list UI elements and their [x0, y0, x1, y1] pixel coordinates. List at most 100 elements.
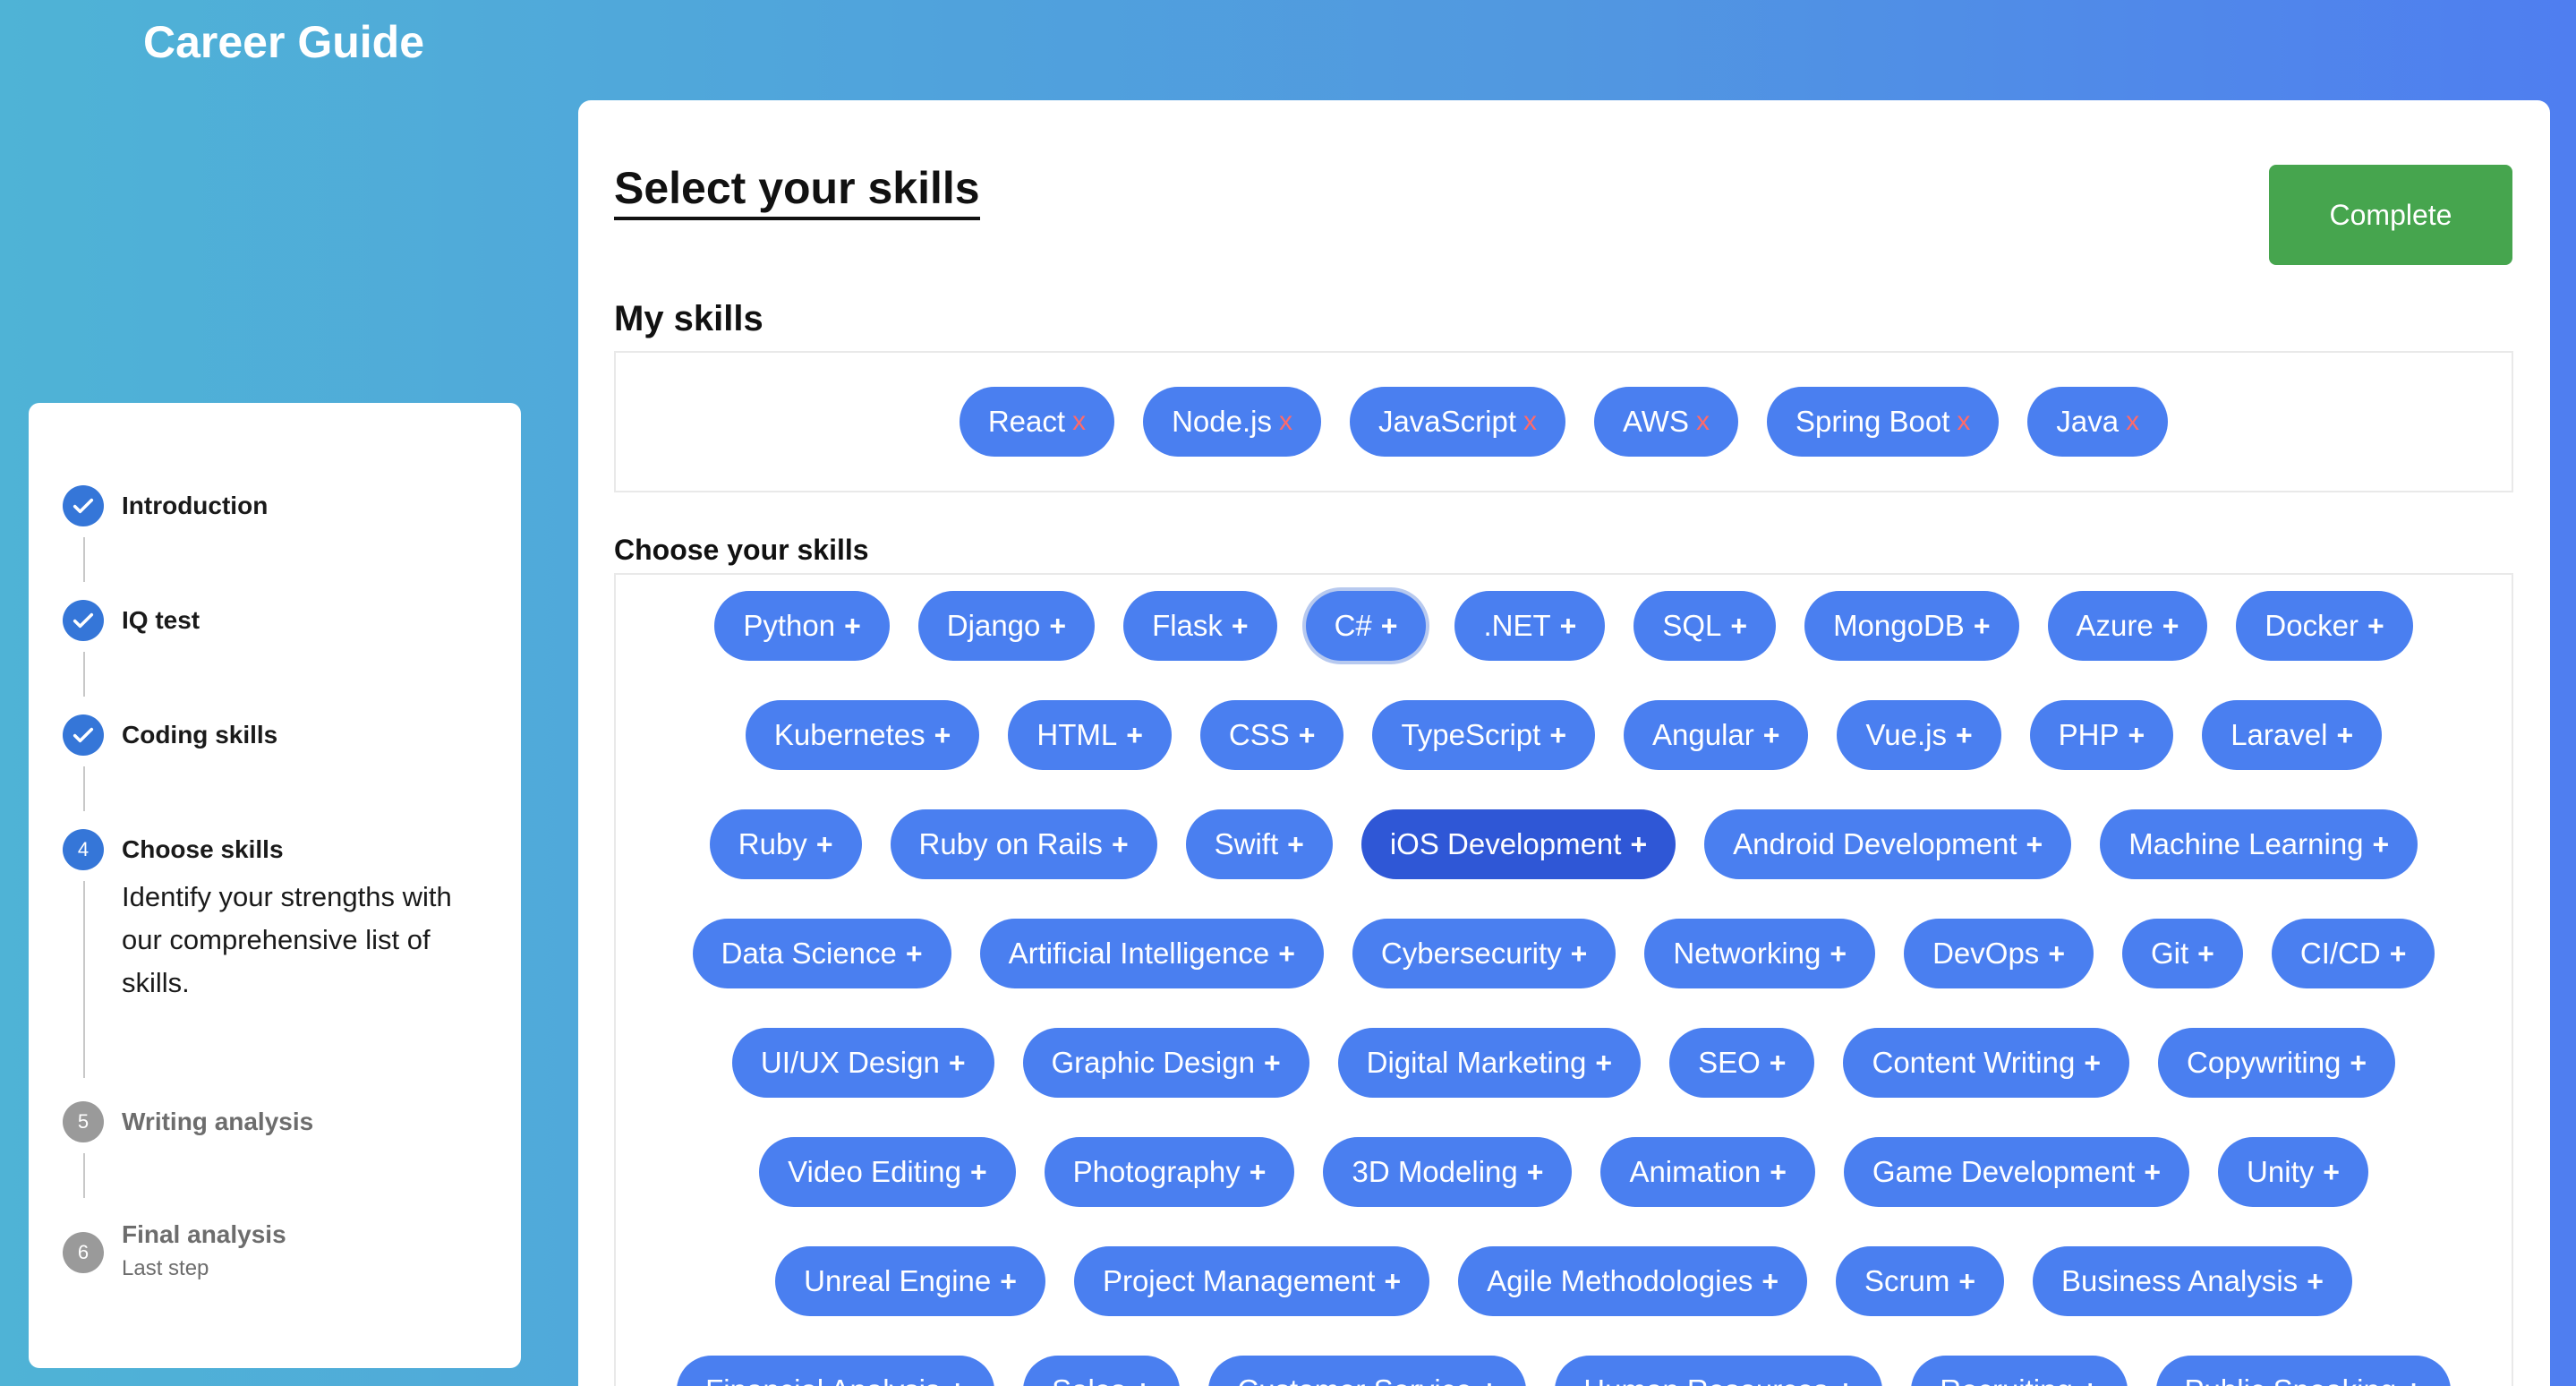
skill-chip-mongodb[interactable]: MongoDB +: [1804, 591, 2019, 661]
skill-chip-financial-analysis[interactable]: Financial Analysis +: [677, 1356, 995, 1386]
plus-icon: +: [2367, 609, 2384, 642]
step-choose-skills[interactable]: 4 Choose skills Identify your strengths …: [63, 829, 498, 1005]
skill-chip-docker[interactable]: Docker +: [2236, 591, 2413, 661]
remove-icon[interactable]: x: [1957, 406, 1970, 437]
skill-label: Python: [743, 609, 836, 642]
skill-chip-animation[interactable]: Animation +: [1600, 1137, 1815, 1207]
skill-chip-swift[interactable]: Swift +: [1185, 809, 1333, 879]
skill-chip-ruby[interactable]: Ruby +: [709, 809, 862, 879]
skill-chip-kubernetes[interactable]: Kubernetes +: [745, 700, 980, 770]
my-skill-chip-node-js[interactable]: Node.js x: [1143, 387, 1321, 457]
skill-chip-typescript[interactable]: TypeScript +: [1372, 700, 1596, 770]
plus-icon: +: [969, 1155, 987, 1188]
skill-chip-unreal-engine[interactable]: Unreal Engine +: [775, 1246, 1045, 1316]
skill-chip-azure[interactable]: Azure +: [2047, 591, 2208, 661]
step-number-badge: 5: [63, 1101, 104, 1142]
skill-chip-html[interactable]: HTML +: [1008, 700, 1172, 770]
skill-chip-photography[interactable]: Photography +: [1044, 1137, 1295, 1207]
skill-chip-ruby-on-rails[interactable]: Ruby on Rails +: [890, 809, 1157, 879]
plus-icon: +: [1231, 609, 1249, 642]
skill-chip-business-analysis[interactable]: Business Analysis +: [2033, 1246, 2352, 1316]
remove-icon[interactable]: x: [1279, 406, 1292, 437]
skill-chip-human-resources[interactable]: Human Resources +: [1555, 1356, 1883, 1386]
skill-label: Node.js: [1172, 405, 1272, 438]
my-skill-chip-aws[interactable]: AWS x: [1594, 387, 1738, 457]
skill-chip-content-writing[interactable]: Content Writing +: [1843, 1028, 2129, 1098]
skill-chip-devops[interactable]: DevOps +: [1904, 919, 2094, 988]
skill-chip-php[interactable]: PHP +: [2029, 700, 2174, 770]
skill-chip-agile-methodologies[interactable]: Agile Methodologies +: [1458, 1246, 1808, 1316]
my-skill-chip-javascript[interactable]: JavaScript x: [1349, 387, 1566, 457]
my-skill-chip-spring-boot[interactable]: Spring Boot x: [1766, 387, 2000, 457]
skill-label: Ruby: [738, 827, 807, 860]
skill-chip-net[interactable]: .NET +: [1454, 591, 1606, 661]
skill-label: Digital Marketing: [1366, 1046, 1587, 1079]
plus-icon: +: [2048, 937, 2065, 970]
skill-label: Sales: [1052, 1373, 1126, 1386]
skill-chip-customer-service[interactable]: Customer Service +: [1208, 1356, 1527, 1386]
step-writing-analysis[interactable]: 5 Writing analysis: [63, 1101, 313, 1142]
skill-chip-digital-marketing[interactable]: Digital Marketing +: [1337, 1028, 1642, 1098]
remove-icon[interactable]: x: [1072, 406, 1086, 437]
skill-chip-project-management[interactable]: Project Management +: [1073, 1246, 1430, 1316]
my-skill-chip-react[interactable]: React x: [959, 387, 1115, 457]
skill-label: Unity: [2247, 1155, 2315, 1188]
step-coding-skills[interactable]: Coding skills: [63, 714, 277, 756]
skill-chip-css[interactable]: CSS +: [1199, 700, 1344, 770]
skill-label: Flask: [1152, 609, 1223, 642]
complete-button[interactable]: Complete: [2269, 165, 2512, 265]
skill-chip-flask[interactable]: Flask +: [1123, 591, 1277, 661]
skill-chip-game-development[interactable]: Game Development +: [1843, 1137, 2190, 1207]
page-title: Select your skills: [614, 161, 980, 220]
my-skill-chip-java[interactable]: Java x: [2027, 387, 2169, 457]
skill-chip-seo[interactable]: SEO +: [1669, 1028, 1815, 1098]
skill-chip-video-editing[interactable]: Video Editing +: [759, 1137, 1016, 1207]
skill-chip-recruiting[interactable]: Recruiting +: [1911, 1356, 2128, 1386]
skill-label: Photography: [1072, 1155, 1241, 1188]
skill-chip-vue-js[interactable]: Vue.js +: [1837, 700, 2001, 770]
plus-icon: +: [905, 937, 923, 970]
skill-chip-copywriting[interactable]: Copywriting +: [2158, 1028, 2396, 1098]
skill-chip-cybersecurity[interactable]: Cybersecurity +: [1352, 919, 1616, 988]
plus-icon: +: [2336, 718, 2354, 751]
step-introduction[interactable]: Introduction: [63, 485, 268, 526]
skill-chip-machine-learning[interactable]: Machine Learning +: [2100, 809, 2418, 879]
skill-chip-artificial-intelligence[interactable]: Artificial Intelligence +: [979, 919, 1324, 988]
skill-chip-public-speaking[interactable]: Public Speaking +: [2155, 1356, 2451, 1386]
skill-label: Financial Analysis: [705, 1373, 940, 1386]
remove-icon[interactable]: x: [1523, 406, 1537, 437]
skill-chip-ci-cd[interactable]: CI/CD +: [2271, 919, 2435, 988]
skill-chip-python[interactable]: Python +: [714, 591, 890, 661]
skills-row: UI/UX Design + Graphic Design + Digital Mark…: [616, 1028, 2512, 1098]
check-icon: [63, 600, 104, 641]
skill-label: TypeScript: [1401, 718, 1541, 751]
step-iq-test[interactable]: IQ test: [63, 600, 200, 641]
skill-chip-graphic-design[interactable]: Graphic Design +: [1022, 1028, 1309, 1098]
plus-icon: +: [1830, 937, 1847, 970]
skill-chip-scrum[interactable]: Scrum +: [1836, 1246, 2005, 1316]
remove-icon[interactable]: x: [2126, 406, 2139, 437]
plus-icon: +: [2084, 1046, 2101, 1079]
skill-chip-ui-ux-design[interactable]: UI/UX Design +: [731, 1028, 994, 1098]
skill-chip-3d-modeling[interactable]: 3D Modeling +: [1323, 1137, 1573, 1207]
skill-chip-c[interactable]: C# +: [1305, 591, 1427, 661]
skill-chip-laravel[interactable]: Laravel +: [2202, 700, 2383, 770]
skill-label: Kubernetes: [773, 718, 925, 751]
skill-chip-angular[interactable]: Angular +: [1624, 700, 1809, 770]
skill-label: Azure: [2076, 609, 2154, 642]
skill-chip-git[interactable]: Git +: [2122, 919, 2243, 988]
skill-chip-android-development[interactable]: Android Development +: [1704, 809, 2072, 879]
remove-icon[interactable]: x: [1696, 406, 1710, 437]
skill-chip-sql[interactable]: SQL +: [1633, 591, 1777, 661]
step-label: Coding skills: [122, 721, 278, 749]
skill-chip-sales[interactable]: Sales +: [1023, 1356, 1181, 1386]
skill-chip-ios-development[interactable]: iOS Development +: [1361, 809, 1676, 879]
skill-chip-data-science[interactable]: Data Science +: [692, 919, 951, 988]
skill-label: Recruiting: [1940, 1373, 2073, 1386]
skill-chip-networking[interactable]: Networking +: [1644, 919, 1876, 988]
plus-icon: +: [1973, 609, 1991, 642]
step-final-analysis[interactable]: 6 Final analysis Last step: [63, 1214, 286, 1282]
skill-chip-unity[interactable]: Unity +: [2218, 1137, 2368, 1207]
step-connector: [83, 652, 85, 697]
skill-chip-django[interactable]: Django +: [917, 591, 1096, 661]
